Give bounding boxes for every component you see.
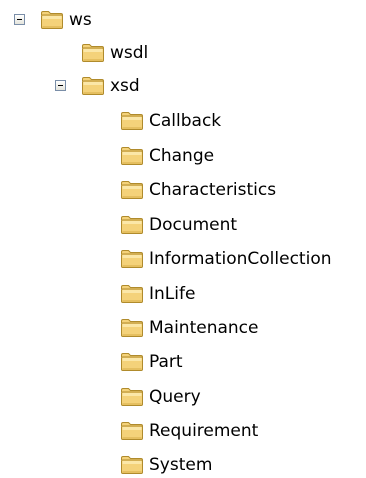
folder-icon	[120, 387, 144, 407]
tree-node-label: InLife	[149, 284, 196, 304]
tree-node-label: Callback	[149, 111, 222, 131]
tree-node-requirement[interactable]: Requirement	[120, 418, 258, 444]
tree-node-label: Characteristics	[149, 180, 277, 200]
tree-node-ws[interactable]: ws	[40, 7, 92, 33]
folder-icon	[120, 352, 144, 372]
folder-icon	[120, 215, 144, 235]
tree-node-label: Requirement	[149, 421, 259, 441]
folder-icon	[120, 249, 144, 269]
folder-icon	[40, 10, 64, 30]
collapse-ws-icon[interactable]	[14, 14, 25, 25]
tree-node-label: wsdl	[110, 43, 149, 63]
tree-node-document[interactable]: Document	[120, 212, 237, 238]
tree-node-maintenance[interactable]: Maintenance	[120, 315, 258, 341]
tree-node-label: System	[149, 455, 213, 475]
tree-node-change[interactable]: Change	[120, 143, 214, 169]
tree-node-inlife[interactable]: InLife	[120, 281, 195, 307]
folder-icon	[120, 455, 144, 475]
tree-node-label: Change	[149, 146, 215, 166]
tree-node-xsd[interactable]: xsd	[81, 73, 140, 99]
tree-node-informationcollection[interactable]: InformationCollection	[120, 246, 332, 272]
folder-icon	[120, 284, 144, 304]
folder-icon	[81, 76, 105, 96]
collapse-xsd-icon[interactable]	[55, 80, 66, 91]
tree-node-callback[interactable]: Callback	[120, 108, 221, 134]
tree-node-label: xsd	[110, 76, 140, 96]
tree-node-label: Query	[149, 387, 201, 407]
tree-node-label: Maintenance	[149, 318, 259, 338]
tree-node-part[interactable]: Part	[120, 349, 183, 375]
tree-node-label: InformationCollection	[149, 249, 332, 269]
folder-tree: ws wsdl xsd Callback Change Characterist…	[0, 0, 366, 478]
folder-icon	[120, 180, 144, 200]
tree-node-label: Document	[149, 215, 238, 235]
tree-node-characteristics[interactable]: Characteristics	[120, 177, 276, 203]
tree-node-system[interactable]: System	[120, 452, 212, 478]
folder-icon	[120, 318, 144, 338]
folder-icon	[120, 111, 144, 131]
tree-node-label: Part	[149, 352, 183, 372]
folder-icon	[81, 43, 105, 63]
tree-node-query[interactable]: Query	[120, 384, 201, 410]
folder-icon	[120, 421, 144, 441]
folder-icon	[120, 146, 144, 166]
tree-node-label: ws	[69, 10, 92, 30]
tree-node-wsdl[interactable]: wsdl	[81, 40, 148, 66]
